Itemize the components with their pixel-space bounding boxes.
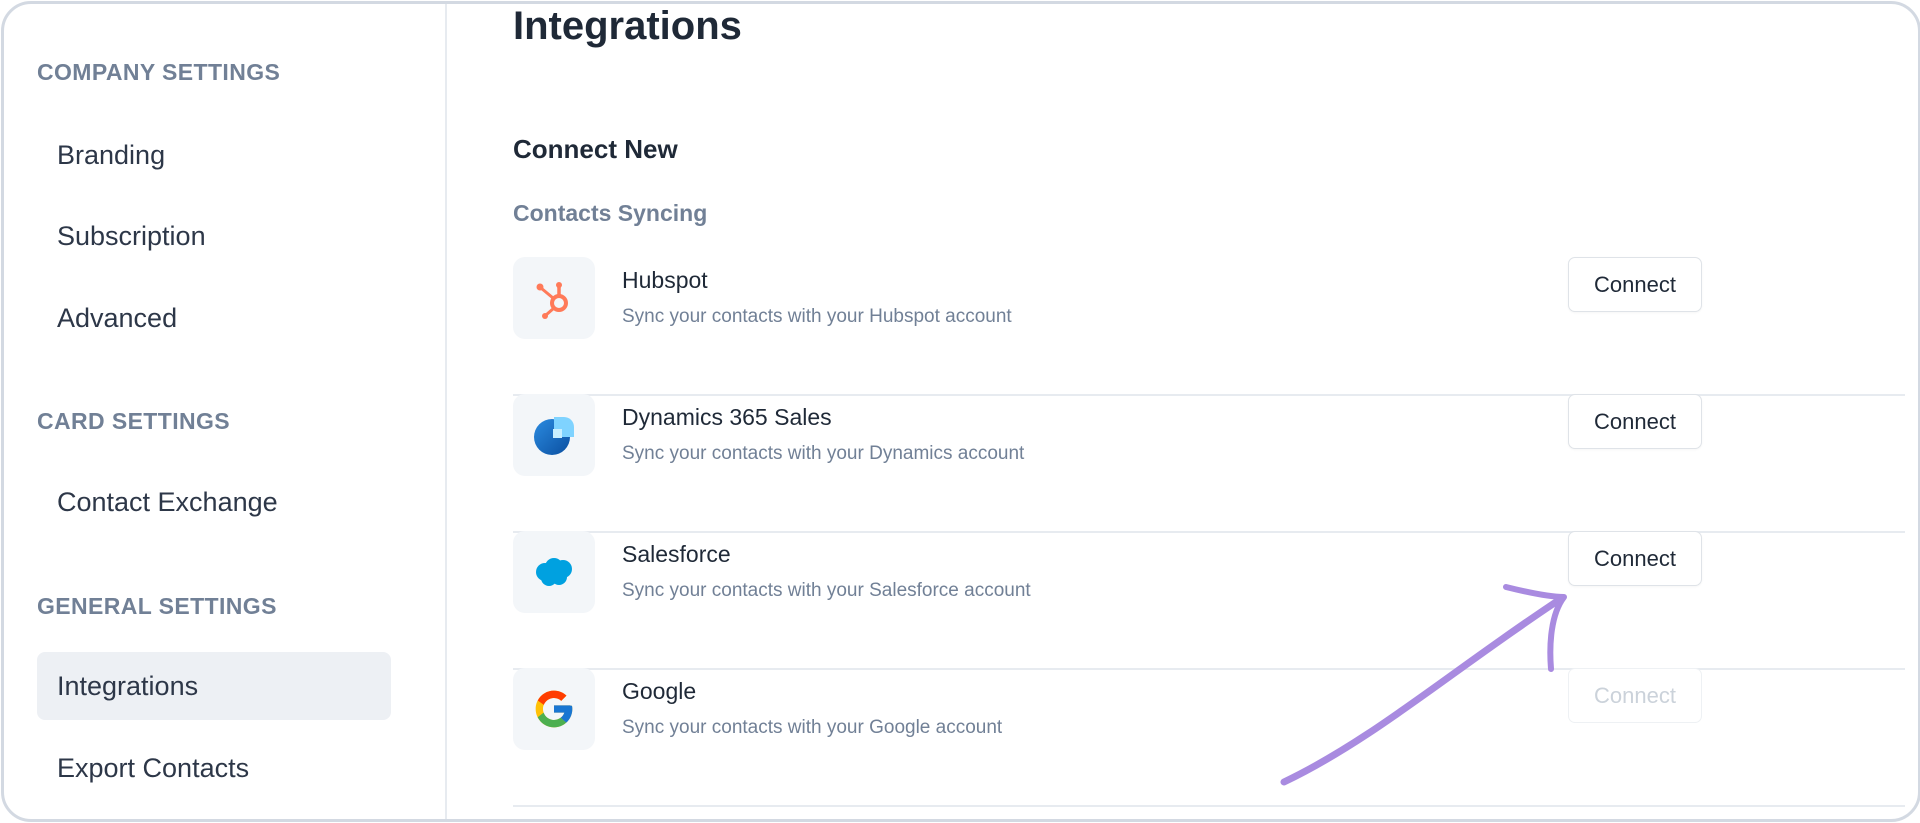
integrations-panel: Integrations Connect New Contacts Syncin… [447,4,1918,819]
connect-button-salesforce[interactable]: Connect [1568,531,1702,586]
page-title: Integrations [513,4,742,48]
settings-sidebar: COMPANY SETTINGS Branding Subscription A… [4,4,447,819]
dynamics-logo-box [513,394,595,476]
integration-name: Salesforce [622,541,731,567]
integration-row-salesforce: Salesforce Sync your contacts with your … [513,531,1905,670]
sidebar-item-contact-exchange[interactable]: Contact Exchange [37,468,391,536]
sidebar-item-branding[interactable]: Branding [37,121,391,189]
sidebar-section-title-card: CARD SETTINGS [37,408,231,434]
integration-name: Google [622,678,697,704]
integration-name: Dynamics 365 Sales [622,404,832,430]
salesforce-icon [536,558,572,586]
sidebar-section-title-company: COMPANY SETTINGS [37,59,281,85]
integration-row-google: Google Sync your contacts with your Goog… [513,668,1905,807]
connect-button-hubspot[interactable]: Connect [1568,257,1702,312]
integration-description: Sync your contacts with your Dynamics ac… [622,443,1025,464]
salesforce-logo-box [513,531,595,613]
integration-row-dynamics: Dynamics 365 Sales Sync your contacts wi… [513,394,1905,533]
sidebar-item-integrations[interactable]: Integrations [37,652,391,720]
integration-description: Sync your contacts with your Salesforce … [622,580,1031,601]
sidebar-item-export-contacts[interactable]: Export Contacts [37,734,391,802]
connect-button-dynamics[interactable]: Connect [1568,394,1702,449]
connect-button-google[interactable]: Connect [1568,668,1702,723]
integration-description: Sync your contacts with your Google acco… [622,717,1003,738]
google-icon [535,690,573,728]
integration-description: Sync your contacts with your Hubspot acc… [622,306,1012,327]
sidebar-item-advanced[interactable]: Advanced [37,284,391,352]
subsection-heading-contacts-syncing: Contacts Syncing [513,200,708,226]
sidebar-item-subscription[interactable]: Subscription [37,202,391,270]
hubspot-icon [536,282,568,319]
integration-row-hubspot: Hubspot Sync your contacts with your Hub… [513,257,1905,396]
sidebar-section-title-general: GENERAL SETTINGS [37,593,277,619]
hubspot-logo-box [513,257,595,339]
settings-window: COMPANY SETTINGS Branding Subscription A… [1,1,1920,822]
dynamics-icon [534,417,574,455]
section-heading-connect-new: Connect New [513,134,678,164]
google-logo-box [513,668,595,750]
integration-name: Hubspot [622,267,708,293]
